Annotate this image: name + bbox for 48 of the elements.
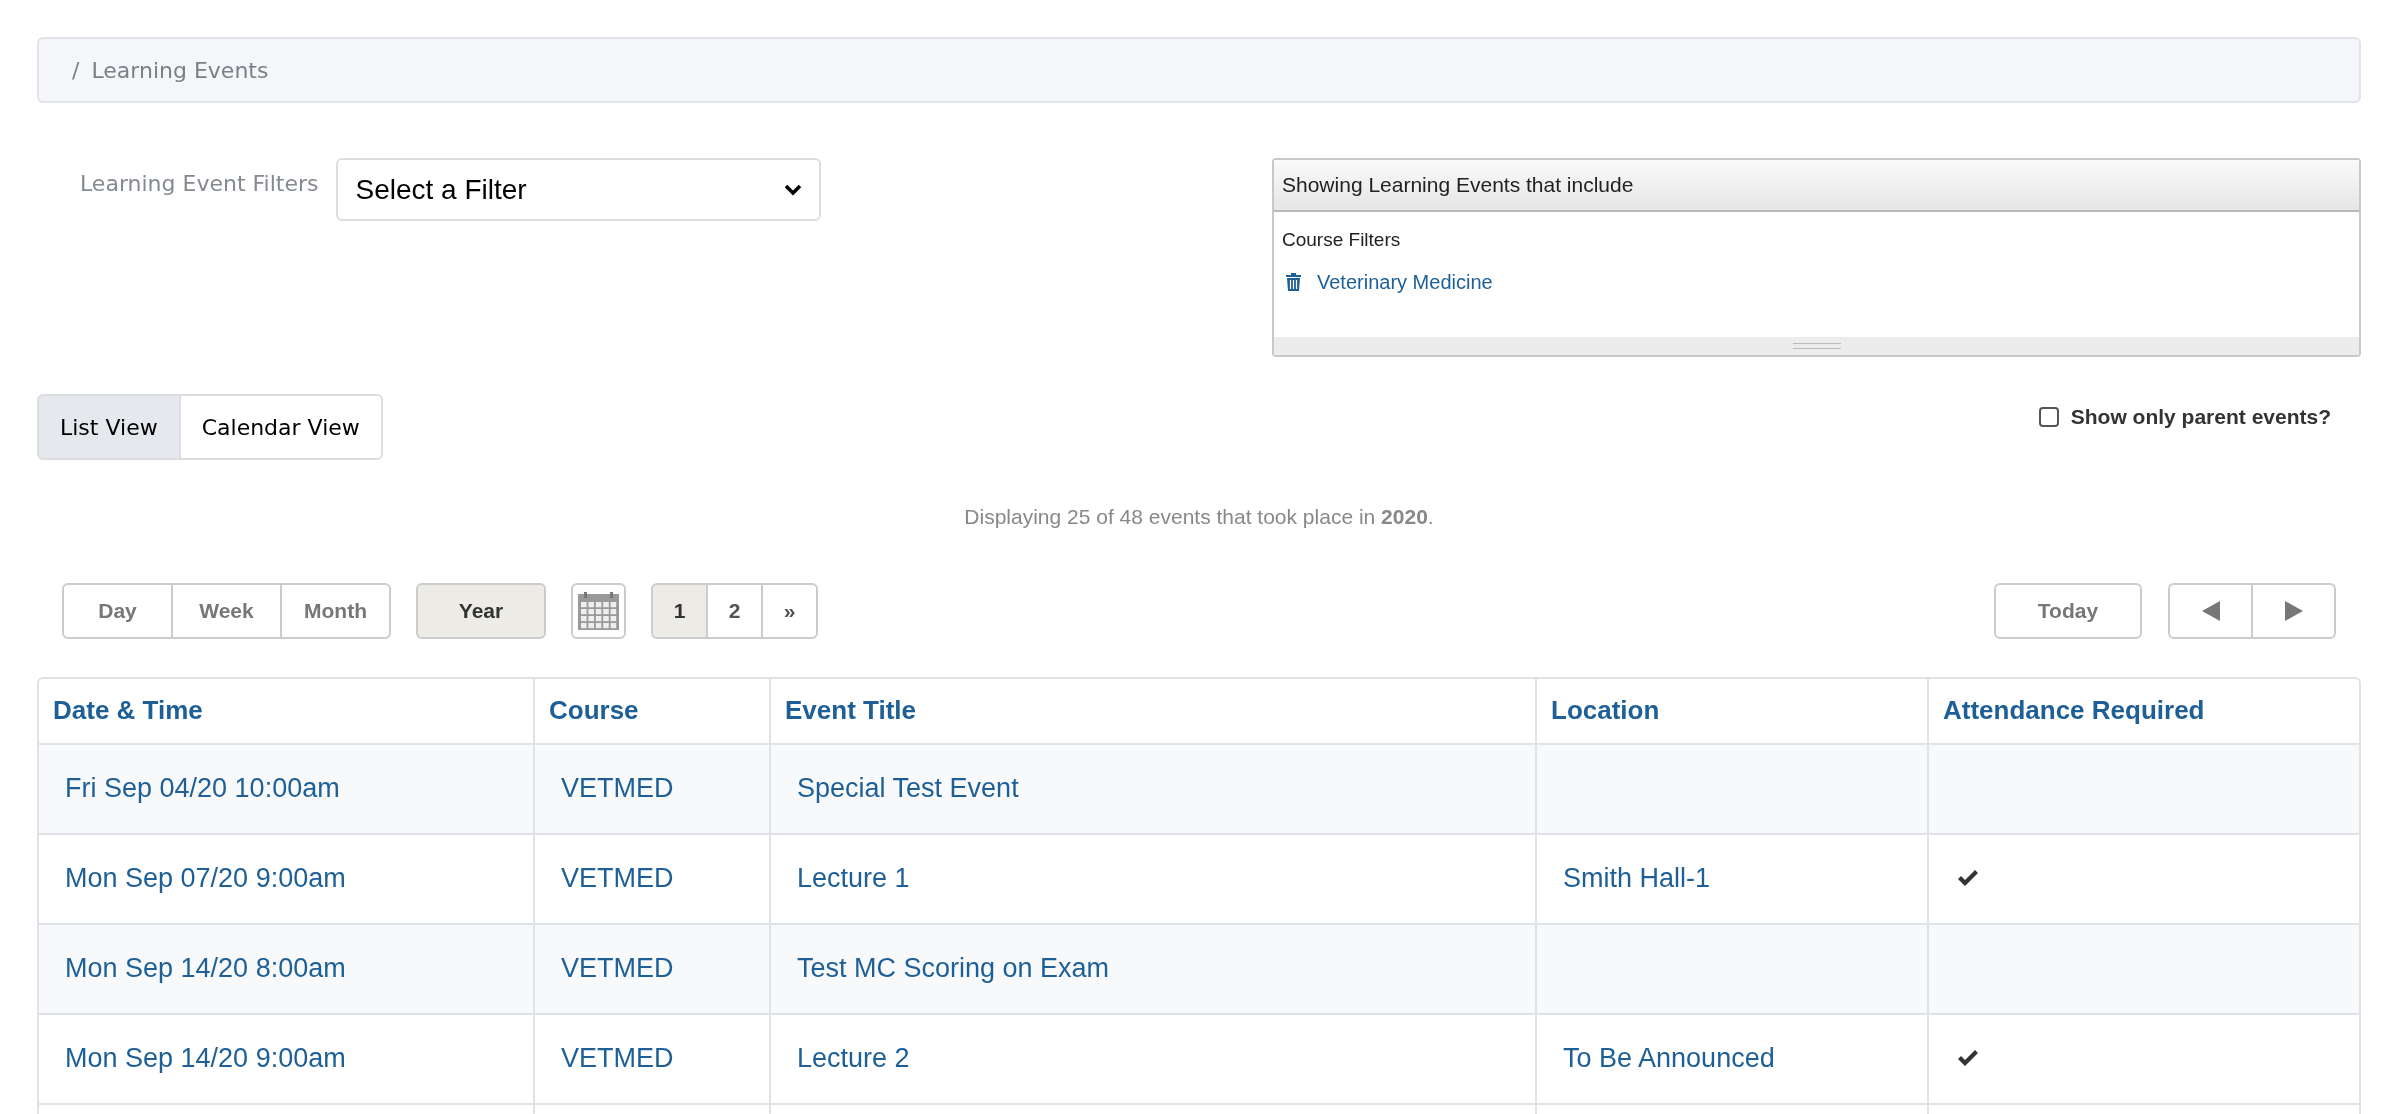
table-cell-link[interactable]: Mon Sep 14/20 8:00am	[65, 948, 346, 989]
triangle-right-icon	[2284, 600, 2303, 621]
table-cell-link[interactable]: Smith Hall-1	[1563, 858, 1711, 899]
checkbox-label: Show only parent events?	[2070, 404, 2331, 430]
triangle-left-icon	[2201, 600, 2220, 621]
table-cell-link[interactable]: VETMED	[561, 858, 674, 899]
period-button[interactable]: Month	[280, 582, 391, 639]
column-header[interactable]: Event Title	[785, 691, 916, 730]
view-tab[interactable]: List View	[37, 394, 181, 460]
page-button[interactable]: 2	[706, 582, 763, 639]
table-cell-link[interactable]: Mon Sep 07/20 9:00am	[65, 858, 346, 899]
table-cell-link[interactable]: Special Test Event	[797, 768, 1019, 809]
calendar-button[interactable]	[571, 582, 626, 639]
today-button[interactable]: Today	[1994, 582, 2142, 639]
section-heading: Course Filters	[1282, 228, 1402, 252]
table-cell-link[interactable]: Lecture 1	[797, 858, 910, 899]
table-cell-link[interactable]: Mon Sep 14/20 9:00am	[65, 1038, 346, 1079]
calendar-icon	[578, 591, 619, 630]
column-header[interactable]: Date & Time	[53, 691, 203, 730]
parent-events-checkbox[interactable]	[2038, 406, 2059, 427]
page-button[interactable]: »	[761, 582, 818, 639]
period-button[interactable]: Week	[171, 582, 282, 639]
panel-title: Showing Learning Events that include	[1282, 172, 1634, 199]
previous-button[interactable]	[2168, 582, 2253, 639]
next-button[interactable]	[2251, 582, 2336, 639]
page-button[interactable]: 1	[651, 582, 708, 639]
column-header[interactable]: Location	[1551, 691, 1660, 730]
table-cell-link[interactable]: VETMED	[561, 768, 674, 809]
chevron-down-icon	[784, 183, 803, 196]
column-header[interactable]: Course	[549, 691, 639, 730]
view-tab[interactable]: Calendar View	[178, 394, 383, 460]
period-button[interactable]: Day	[62, 582, 173, 639]
filter-label: Learning Event Filters	[80, 170, 319, 198]
period-button[interactable]: Year	[416, 582, 546, 639]
table-cell-link[interactable]: Lecture 2	[797, 1038, 910, 1079]
filter-select[interactable]: Select a Filter	[336, 158, 822, 221]
trash-icon[interactable]	[1286, 272, 1301, 291]
breadcrumb-current: Learning Events	[91, 56, 269, 85]
table-cell-link[interactable]: VETMED	[561, 1038, 674, 1079]
table-cell-link[interactable]: VETMED	[561, 948, 674, 989]
table-cell-link[interactable]: Test MC Scoring on Exam	[797, 948, 1110, 989]
resize-handle[interactable]	[1274, 337, 2359, 355]
table-cell-link[interactable]: To Be Announced	[1563, 1038, 1775, 1079]
table-cell-link[interactable]: Fri Sep 04/20 10:00am	[65, 768, 340, 809]
summary-text: Displaying 25 of 48 events that took place in 2020.	[964, 504, 1434, 530]
column-header[interactable]: Attendance Required	[1943, 691, 2205, 730]
breadcrumb-separator: /	[72, 56, 80, 85]
filter-link[interactable]: Veterinary Medicine	[1317, 266, 1493, 297]
